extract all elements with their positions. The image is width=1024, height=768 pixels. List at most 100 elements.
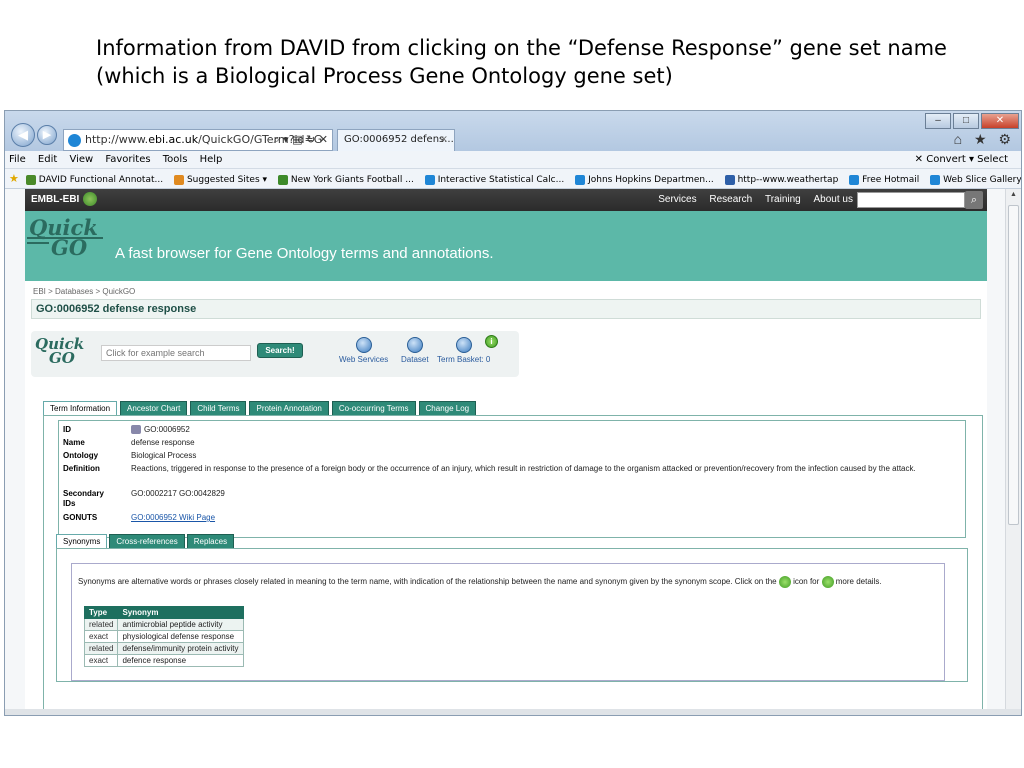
vertical-scrollbar[interactable]: ▲ ▼ — [1005, 189, 1021, 715]
globe-icon — [83, 192, 98, 207]
address-tools-icons[interactable]: ⌕ ▾ ▤ ↻ ✕ — [274, 130, 329, 150]
menu-help[interactable]: Help — [200, 154, 223, 165]
menu-edit[interactable]: Edit — [38, 154, 57, 165]
favorite-item[interactable]: Suggested Sites ▾ — [173, 174, 268, 185]
ebi-nav: Services Research Training About us — [648, 189, 853, 211]
synonym-text: physiological defense response — [117, 630, 244, 643]
tab-child-terms[interactable]: Child Terms — [190, 401, 247, 415]
tab-co-occurring-terms[interactable]: Co-occurring Terms — [331, 401, 416, 415]
favorite-icon — [724, 174, 735, 185]
synonym-text: antimicrobial peptide activity — [117, 618, 244, 631]
term-basket-icon — [455, 337, 472, 353]
dataset-icon — [406, 337, 423, 353]
tab-cross-references[interactable]: Cross-references — [109, 534, 185, 548]
table-row: exact defence response — [83, 654, 244, 667]
tab-close-icon[interactable]: × — [440, 130, 448, 150]
page-viewport: EMBL-EBI Services Research Training Abou… — [5, 189, 1007, 715]
synonym-type: related — [83, 642, 119, 655]
attr-value: GO:0006952 Wiki Page — [131, 513, 961, 522]
search-icon[interactable]: ⌕ — [965, 191, 983, 209]
synonyms-desc-text: Synonyms are alternative words or phrase… — [78, 577, 777, 587]
quickgo-small-logo-bottom[interactable]: GO — [49, 349, 75, 367]
menu-view[interactable]: View — [69, 154, 93, 165]
ebi-header-bar: EMBL-EBI Services Research Training Abou… — [25, 189, 987, 211]
slide-title: Information from DAVID from clicking on … — [96, 34, 976, 90]
forward-button[interactable]: ▶ — [37, 125, 57, 145]
browser-titlebar: ◀ ▶ http://www.ebi.ac.uk/QuickGO/GTerm?i… — [5, 111, 1021, 151]
quick-search-input[interactable] — [101, 345, 251, 361]
favorite-icon — [930, 174, 941, 185]
favorite-item[interactable]: DAVID Functional Annotat... — [25, 174, 163, 185]
column-header-type: Type — [83, 606, 119, 619]
favorite-item[interactable]: http--www.weathertap — [724, 174, 838, 185]
synonym-type: related — [83, 618, 119, 631]
table-row: related antimicrobial peptide activity — [83, 618, 244, 631]
term-heading: GO:0006952 defense response — [31, 299, 981, 319]
close-window-button[interactable]: ✕ — [981, 113, 1019, 129]
logo-underline — [27, 237, 103, 239]
table-header-row: Type Synonym — [83, 606, 244, 619]
menu-file[interactable]: File — [9, 154, 26, 165]
info-icon[interactable] — [821, 576, 834, 588]
tab-synonyms[interactable]: Synonyms — [56, 534, 108, 548]
term-information-panel: ID GO:0006952 Name defense response Onto… — [43, 415, 983, 711]
gonuts-wiki-link[interactable]: GO:0006952 Wiki Page — [131, 513, 215, 522]
favorite-label: Web Slice Gallery ▾ — [943, 175, 1021, 185]
go-term-icon — [131, 425, 141, 435]
tab-term-information[interactable]: Term Information — [43, 401, 118, 415]
minimize-button[interactable]: – — [925, 113, 951, 129]
breadcrumb[interactable]: EBI > Databases > QuickGO — [33, 287, 135, 296]
address-bar[interactable]: http://www.ebi.ac.uk/QuickGO/GTerm?id=G … — [63, 129, 333, 151]
favorite-label: Free Hotmail — [862, 175, 920, 185]
menu-favorites[interactable]: Favorites — [105, 154, 150, 165]
nav-about-us[interactable]: About us — [814, 194, 853, 205]
quickgo-page: EMBL-EBI Services Research Training Abou… — [25, 189, 987, 715]
tab-replaces[interactable]: Replaces — [186, 534, 235, 548]
favorite-item[interactable]: Johns Hopkins Departmen... — [575, 174, 714, 185]
tab-protein-annotation[interactable]: Protein Annotation — [249, 401, 329, 415]
synonyms-desc-text: icon for — [793, 577, 820, 587]
attr-key: Secondary IDs — [63, 489, 104, 508]
search-button[interactable]: Search! — [257, 343, 303, 358]
maximize-button[interactable]: □ — [953, 113, 979, 129]
go-id: GO:0006952 — [144, 425, 190, 434]
dataset-tool[interactable]: Dataset — [401, 337, 429, 364]
favorite-item[interactable]: Web Slice Gallery ▾ — [930, 174, 1021, 185]
favorite-label: Suggested Sites ▾ — [186, 175, 268, 185]
scroll-up-icon[interactable]: ▲ — [1010, 191, 1017, 198]
web-services-tool[interactable]: Web Services — [339, 337, 388, 364]
home-favorites-settings-icons[interactable]: ⌂ ★ ⚙ — [954, 131, 1015, 148]
scrollbar-thumb[interactable] — [1008, 205, 1019, 525]
favorites-star-icon[interactable]: ★ — [9, 172, 19, 185]
quickgo-tagline: A fast browser for Gene Ontology terms a… — [115, 245, 494, 262]
favorite-item[interactable]: Free Hotmail — [849, 174, 920, 185]
menu-tools[interactable]: Tools — [163, 154, 188, 165]
favorite-item[interactable]: New York Giants Football ... — [277, 174, 414, 185]
slide-title-line-1: Information from DAVID from clicking on … — [96, 36, 947, 60]
info-icon[interactable] — [778, 576, 791, 588]
table-row: exact physiological defense response — [83, 630, 244, 643]
nav-services[interactable]: Services — [658, 194, 696, 205]
tab-change-log[interactable]: Change Log — [418, 401, 477, 415]
address-domain: ebi.ac.uk — [148, 133, 199, 146]
convert-select-toolbar[interactable]: ✕ Convert ▾ Select — [915, 151, 1008, 169]
browser-tab[interactable]: GO:0006952 defens... × — [337, 129, 455, 151]
ebi-logo[interactable]: EMBL-EBI — [31, 189, 98, 211]
ebi-search-input[interactable] — [857, 192, 965, 208]
favorite-item[interactable]: Interactive Statistical Calc... — [424, 174, 564, 185]
synonyms-box: Synonyms are alternative words or phrase… — [71, 563, 945, 681]
term-tabs: Term Information Ancestor Chart Child Te… — [43, 401, 479, 415]
favorite-label: New York Giants Football ... — [290, 175, 414, 185]
nav-research[interactable]: Research — [709, 194, 752, 205]
back-button[interactable]: ◀ — [11, 123, 35, 147]
favorite-label: Johns Hopkins Departmen... — [588, 175, 714, 185]
tab-ancestor-chart[interactable]: Ancestor Chart — [120, 401, 188, 415]
nav-training[interactable]: Training — [765, 194, 801, 205]
attr-value: Reactions, triggered in response to the … — [131, 464, 916, 473]
tab-title: GO:0006952 defens... — [344, 134, 454, 145]
attr-key: Ontology — [63, 451, 99, 460]
attr-key: Name — [63, 438, 85, 447]
term-basket-tool[interactable]: Term Basket: 0 — [437, 337, 490, 364]
info-icon[interactable]: i — [485, 335, 498, 348]
ebi-logo-text: EMBL-EBI — [31, 194, 80, 205]
